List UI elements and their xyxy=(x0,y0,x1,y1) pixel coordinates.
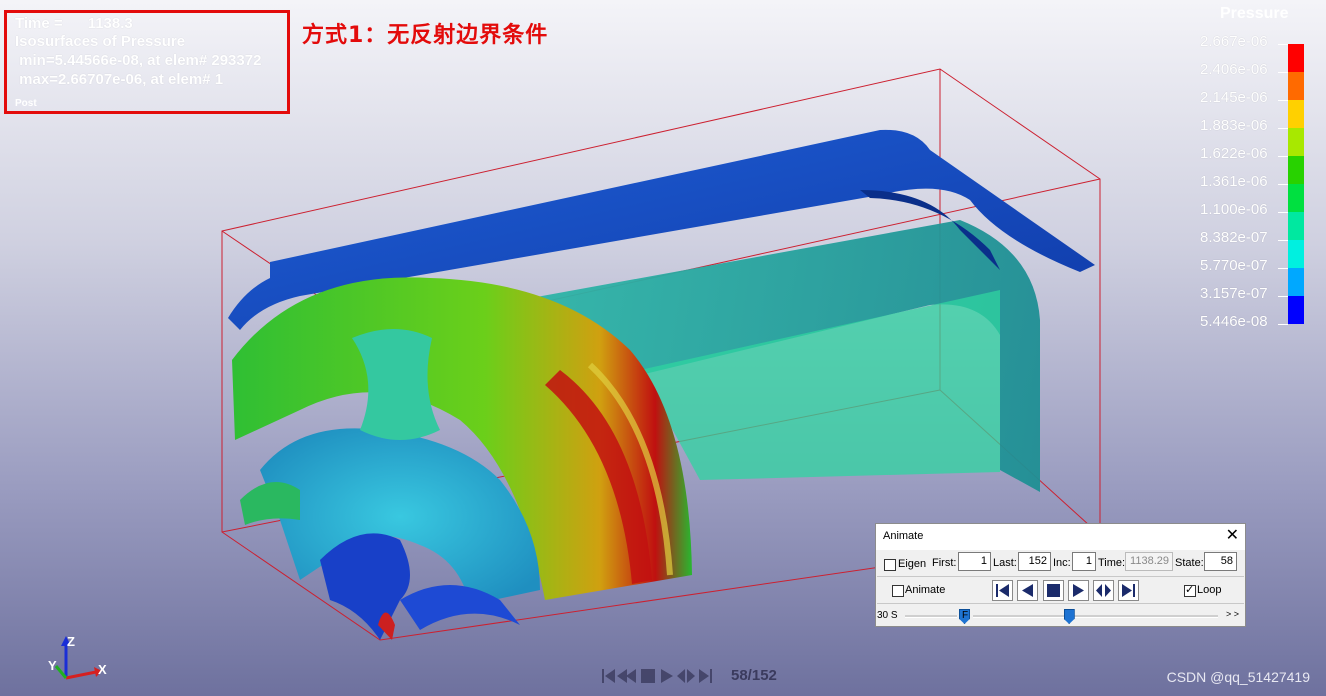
post-label: Post xyxy=(15,98,37,109)
legend-label: 2.667e-06 xyxy=(1200,33,1268,50)
close-icon[interactable]: ✕ xyxy=(1226,527,1239,545)
axis-triad: Z Y X xyxy=(40,630,120,690)
plot-type-label: Isosurfaces of Pressure xyxy=(15,33,186,50)
legend-tick xyxy=(1278,268,1288,269)
skip-end-icon xyxy=(1122,584,1135,597)
animate-label: Animate xyxy=(905,584,946,596)
first-field[interactable]: 1 xyxy=(958,552,991,571)
legend-tick xyxy=(1278,324,1288,325)
legend-label: 1.361e-06 xyxy=(1200,173,1268,190)
bounce-icon xyxy=(1096,584,1111,597)
animate-controls-row: Animate Loop xyxy=(876,578,1245,604)
legend-color-swatch xyxy=(1288,100,1304,128)
triad-y-label: Y xyxy=(48,658,57,673)
state-field[interactable]: 58 xyxy=(1204,552,1237,571)
loop-label: Loop xyxy=(1197,584,1222,596)
legend-label: 2.145e-06 xyxy=(1200,89,1268,106)
frame-slider-track[interactable] xyxy=(973,615,1218,618)
time-field: 1138.29 xyxy=(1125,552,1173,571)
play-button[interactable] xyxy=(1068,580,1089,601)
watermark: CSDN @qq_51427419 xyxy=(1166,669,1310,685)
first-label: First: xyxy=(932,557,957,569)
stop-button[interactable] xyxy=(1043,580,1064,601)
legend-color-swatch xyxy=(1288,128,1304,156)
legend-tick xyxy=(1278,128,1288,129)
legend-color-swatch xyxy=(1288,240,1304,268)
annotation-title: 方式1：无反射边界条件 xyxy=(302,23,549,48)
animate-checkbox[interactable] xyxy=(892,585,904,597)
speed-slider-track[interactable] xyxy=(905,615,957,618)
state-label: State: xyxy=(1175,557,1204,569)
inc-field[interactable]: 1 xyxy=(1072,552,1096,571)
last-frame-button[interactable] xyxy=(1118,580,1139,601)
speed-label: 30 S xyxy=(877,610,898,621)
min-readout: min=5.44566e-08, at elem# 293372 xyxy=(15,52,262,69)
legend-label: 5.770e-07 xyxy=(1200,257,1268,274)
end-label[interactable]: > > xyxy=(1226,609,1239,619)
first-frame-button[interactable] xyxy=(992,580,1013,601)
frame-slider-thumb[interactable] xyxy=(1063,609,1075,624)
legend-label: 1.622e-06 xyxy=(1200,145,1268,162)
triad-x-label: X xyxy=(98,662,107,677)
step-back-button[interactable] xyxy=(1017,580,1038,601)
legend-tick xyxy=(1278,100,1288,101)
divider xyxy=(877,603,1244,604)
legend-label: 1.100e-06 xyxy=(1200,201,1268,218)
legend-color-swatch xyxy=(1288,44,1304,72)
legend-tick xyxy=(1278,212,1288,213)
legend-label: 1.883e-06 xyxy=(1200,117,1268,134)
eigen-label: Eigen xyxy=(898,558,927,570)
mini-controls-icons[interactable] xyxy=(601,667,723,685)
frame-slider-label: F xyxy=(962,610,969,621)
legend-tick xyxy=(1278,240,1288,241)
legend-tick xyxy=(1278,296,1288,297)
legend-label: 3.157e-07 xyxy=(1200,285,1268,302)
animate-sliders-row: 30 S F > > xyxy=(876,605,1245,625)
legend-title: Pressure xyxy=(1220,5,1289,22)
dialog-title: Animate xyxy=(883,530,924,542)
inc-label: Inc: xyxy=(1053,557,1071,569)
play-icon xyxy=(1073,584,1084,597)
time-readout: Time = 1138.3 xyxy=(15,15,133,32)
playback-buttons xyxy=(992,580,1142,601)
last-label: Last: xyxy=(993,557,1017,569)
step-back-icon xyxy=(1022,584,1033,597)
eigen-checkbox[interactable] xyxy=(884,559,896,571)
dialog-titlebar[interactable]: Animate ✕ xyxy=(876,524,1245,550)
animate-dialog: Animate ✕ Eigen First: 1 Last: 152 Inc: … xyxy=(875,523,1246,627)
legend-color-swatch xyxy=(1288,156,1304,184)
legend-color-swatch xyxy=(1288,184,1304,212)
time-label: Time: xyxy=(1098,557,1126,569)
stop-icon xyxy=(1047,584,1060,597)
mini-playback-controls xyxy=(601,667,723,685)
divider xyxy=(877,576,1244,577)
loop-checkbox[interactable] xyxy=(1184,583,1196,597)
legend-tick xyxy=(1278,184,1288,185)
triad-z-label: Z xyxy=(67,634,75,649)
legend-tick xyxy=(1278,72,1288,73)
legend-color-swatch xyxy=(1288,72,1304,100)
legend-tick xyxy=(1278,44,1288,45)
frame-counter: 58/152 xyxy=(731,667,777,684)
animate-range-row: Eigen First: 1 Last: 152 Inc: 1 Time: 11… xyxy=(876,550,1245,578)
max-readout: max=2.66707e-06, at elem# 1 xyxy=(15,71,224,88)
legend-label: 5.446e-08 xyxy=(1200,313,1268,330)
info-box: Time = 1138.3 Isosurfaces of Pressure mi… xyxy=(4,10,290,114)
legend-color-swatch xyxy=(1288,296,1304,324)
legend-tick xyxy=(1278,156,1288,157)
skip-start-icon xyxy=(996,584,1009,597)
legend-label: 2.406e-06 xyxy=(1200,61,1268,78)
legend-color-swatch xyxy=(1288,212,1304,240)
legend-label: 8.382e-07 xyxy=(1200,229,1268,246)
legend-color-swatch xyxy=(1288,268,1304,296)
last-field[interactable]: 152 xyxy=(1018,552,1051,571)
bounce-button[interactable] xyxy=(1093,580,1114,601)
